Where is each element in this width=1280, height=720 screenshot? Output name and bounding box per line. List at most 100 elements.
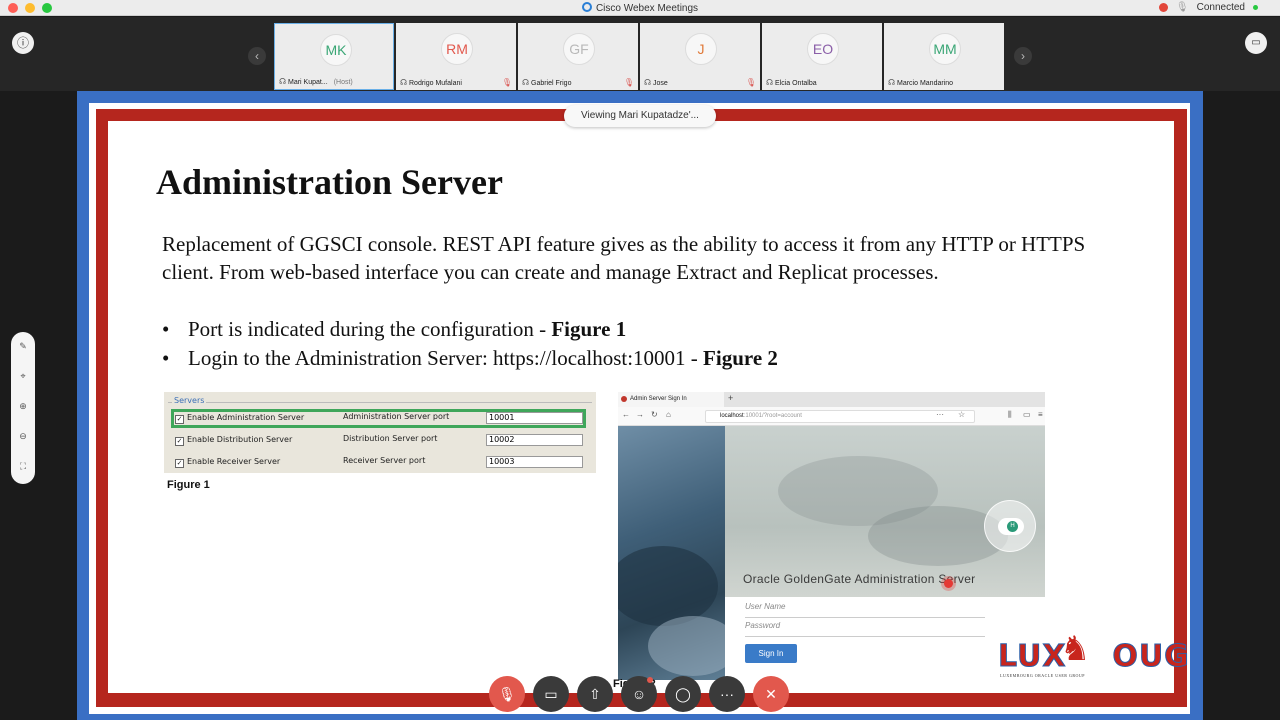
share-icon: ⇧	[589, 686, 601, 702]
server-row: ✓ Enable Distribution Server	[175, 435, 293, 446]
checkbox-checked-icon: ✓	[175, 459, 184, 468]
browser-nav-bar: ← → ↻ ⌂ localhost:10001/?root=account ··…	[618, 407, 1045, 426]
participant-tile[interactable]: MK ☊ Mari Kupat... (Host)	[274, 23, 394, 90]
port-input: 10001	[486, 412, 583, 424]
pointer-indicator-icon	[944, 579, 953, 588]
participant-name: Gabriel Frigo	[531, 80, 572, 87]
viewing-indicator[interactable]: Viewing Mari Kupatadze'...	[564, 105, 716, 127]
figure-1-caption: Figure 1	[167, 479, 210, 491]
video-camera-icon: ▭	[544, 686, 558, 702]
muted-microphone-icon: 🎙	[623, 78, 634, 87]
participant-name: Marcio Mandarino	[897, 80, 954, 87]
strip-prev-button[interactable]: ‹	[248, 47, 266, 65]
forward-icon: →	[636, 410, 644, 419]
luxoug-logo: LUX OUG ♞ LUXEMBOURG ORACLE USER GROUP	[998, 629, 1190, 681]
audio-connection-icon: ☊	[888, 78, 896, 87]
login-side-image	[618, 426, 738, 680]
audio-connection-icon: ☊	[522, 78, 530, 87]
avatar: RM	[441, 33, 473, 65]
window-titlebar: Cisco Webex Meetings 🎙 Connected	[0, 0, 1280, 16]
participant-tile[interactable]: RM ☊ Rodrigo Mufalani 🎙	[396, 23, 516, 90]
server-row: ✓ Enable Administration Server	[175, 413, 305, 424]
login-form: User Name Password Sign In	[725, 597, 1045, 680]
annotate-icon[interactable]: ✎	[11, 338, 35, 354]
notification-badge	[647, 677, 653, 683]
recording-icon	[1158, 3, 1168, 12]
servers-legend: Servers	[172, 396, 207, 405]
avatar: GF	[563, 33, 595, 65]
participant-tile[interactable]: EO ☊ Elcia Ontalba	[762, 23, 882, 90]
window-title: Cisco Webex Meetings	[0, 2, 1280, 14]
strip-next-button[interactable]: ›	[1014, 47, 1032, 65]
slide-bullets: Port is indicated during the configurati…	[162, 315, 778, 372]
connection-indicator-icon	[1253, 5, 1258, 10]
checkbox-checked-icon: ✓	[175, 437, 184, 446]
participant-strip: ⓘ ‹ MK ☊ Mari Kupat... (Host) RM ☊ Rodrigo Muf…	[0, 17, 1280, 91]
avatar: EO	[807, 33, 839, 65]
figure-1-servers-panel: Servers ✓ Enable Administration Server Ad…	[164, 392, 596, 473]
server-row: ✓ Enable Receiver Server	[175, 457, 281, 468]
sidebar-icon: ▭	[1023, 410, 1031, 419]
annotation-toolbar: ✎ ⌖ ⊕ ⊖ ⛶	[11, 332, 35, 484]
mic-status-icon: 🎙	[1175, 2, 1189, 13]
titlebar-status: 🎙 Connected	[1158, 2, 1258, 13]
reload-icon: ↻	[651, 410, 658, 419]
browser-tab-bar: Admin Server Sign In +	[618, 392, 1045, 407]
password-field: Password	[745, 621, 985, 637]
participants-button[interactable]: ☺	[621, 676, 657, 712]
muted-microphone-icon: 🎙	[745, 78, 756, 87]
webex-logo-icon	[581, 2, 592, 12]
avatar: MM	[929, 33, 961, 65]
close-icon: ✕	[765, 686, 777, 702]
more-button[interactable]: ···	[709, 676, 745, 712]
video-button[interactable]: ▭	[533, 676, 569, 712]
slide-title: Administration Server	[156, 162, 503, 202]
fit-screen-icon[interactable]: ⛶	[11, 458, 35, 474]
new-tab-icon: +	[728, 393, 734, 403]
share-button[interactable]: ⇧	[577, 676, 613, 712]
connection-status: Connected	[1196, 2, 1245, 13]
home-icon: ⌂	[666, 410, 671, 419]
participant-name: Jose	[653, 80, 668, 87]
muted-microphone-icon: 🎙	[501, 78, 512, 87]
participant-name-bar: ☊ Mari Kupat... (Host)	[275, 75, 393, 89]
participant-name: Mari Kupat...	[288, 79, 328, 86]
port-input: 10003	[486, 456, 583, 468]
goldengate-cloud-icon: H	[984, 500, 1036, 552]
figure-2-browser: Admin Server Sign In + ← → ↻ ⌂ localhost…	[618, 392, 1045, 680]
chat-button[interactable]: ◯	[665, 676, 701, 712]
meeting-info-button[interactable]: ⓘ	[12, 32, 34, 54]
slide: Administration Server Replacement of GGS…	[108, 121, 1190, 693]
participant-name-bar: ☊ Elcia Ontalba	[762, 76, 882, 90]
participant-tiles: MK ☊ Mari Kupat... (Host) RM ☊ Rodrigo Mufalan…	[274, 23, 1004, 90]
zoom-out-icon[interactable]: ⊖	[11, 428, 35, 444]
remote-control-icon[interactable]: ⌖	[11, 368, 35, 384]
avatar: MK	[320, 34, 352, 66]
port-label: Administration Server port	[343, 412, 450, 421]
audio-connection-icon: ☊	[766, 78, 774, 87]
layout-button[interactable]: ▭	[1245, 32, 1267, 54]
participant-tile[interactable]: MM ☊ Marcio Mandarino	[884, 23, 1004, 90]
participant-tile[interactable]: GF ☊ Gabriel Frigo 🎙	[518, 23, 638, 90]
slide-paragraph: Replacement of GGSCI console. REST API f…	[162, 232, 1086, 284]
bookmark-icon: ☆	[958, 410, 966, 419]
port-input: 10002	[486, 434, 583, 446]
participant-name: Rodrigo Mufalani	[409, 80, 462, 87]
sign-in-button: Sign In	[745, 644, 797, 663]
bullet-item: Port is indicated during the configurati…	[162, 315, 778, 344]
chat-icon: ◯	[675, 686, 691, 702]
microphone-muted-icon: 🎙	[498, 686, 516, 702]
meeting-controls: 🎙 ▭ ⇧ ☺ ◯ ··· ✕	[489, 676, 789, 712]
browser-url-bar: localhost:10001/?root=account	[705, 410, 975, 423]
avatar: J	[685, 33, 717, 65]
audio-connection-icon: ☊	[644, 78, 652, 87]
zoom-in-icon[interactable]: ⊕	[11, 398, 35, 414]
back-icon: ←	[622, 410, 630, 419]
port-label: Distribution Server port	[343, 434, 438, 443]
mute-button[interactable]: 🎙	[489, 676, 525, 712]
participant-tile[interactable]: J ☊ Jose 🎙	[640, 23, 760, 90]
login-app-title: Oracle GoldenGate Administration Server	[743, 572, 976, 586]
logo-subtitle: LUXEMBOURG ORACLE USER GROUP	[1000, 673, 1086, 678]
stone-shape	[618, 546, 718, 626]
leave-meeting-button[interactable]: ✕	[753, 676, 789, 712]
